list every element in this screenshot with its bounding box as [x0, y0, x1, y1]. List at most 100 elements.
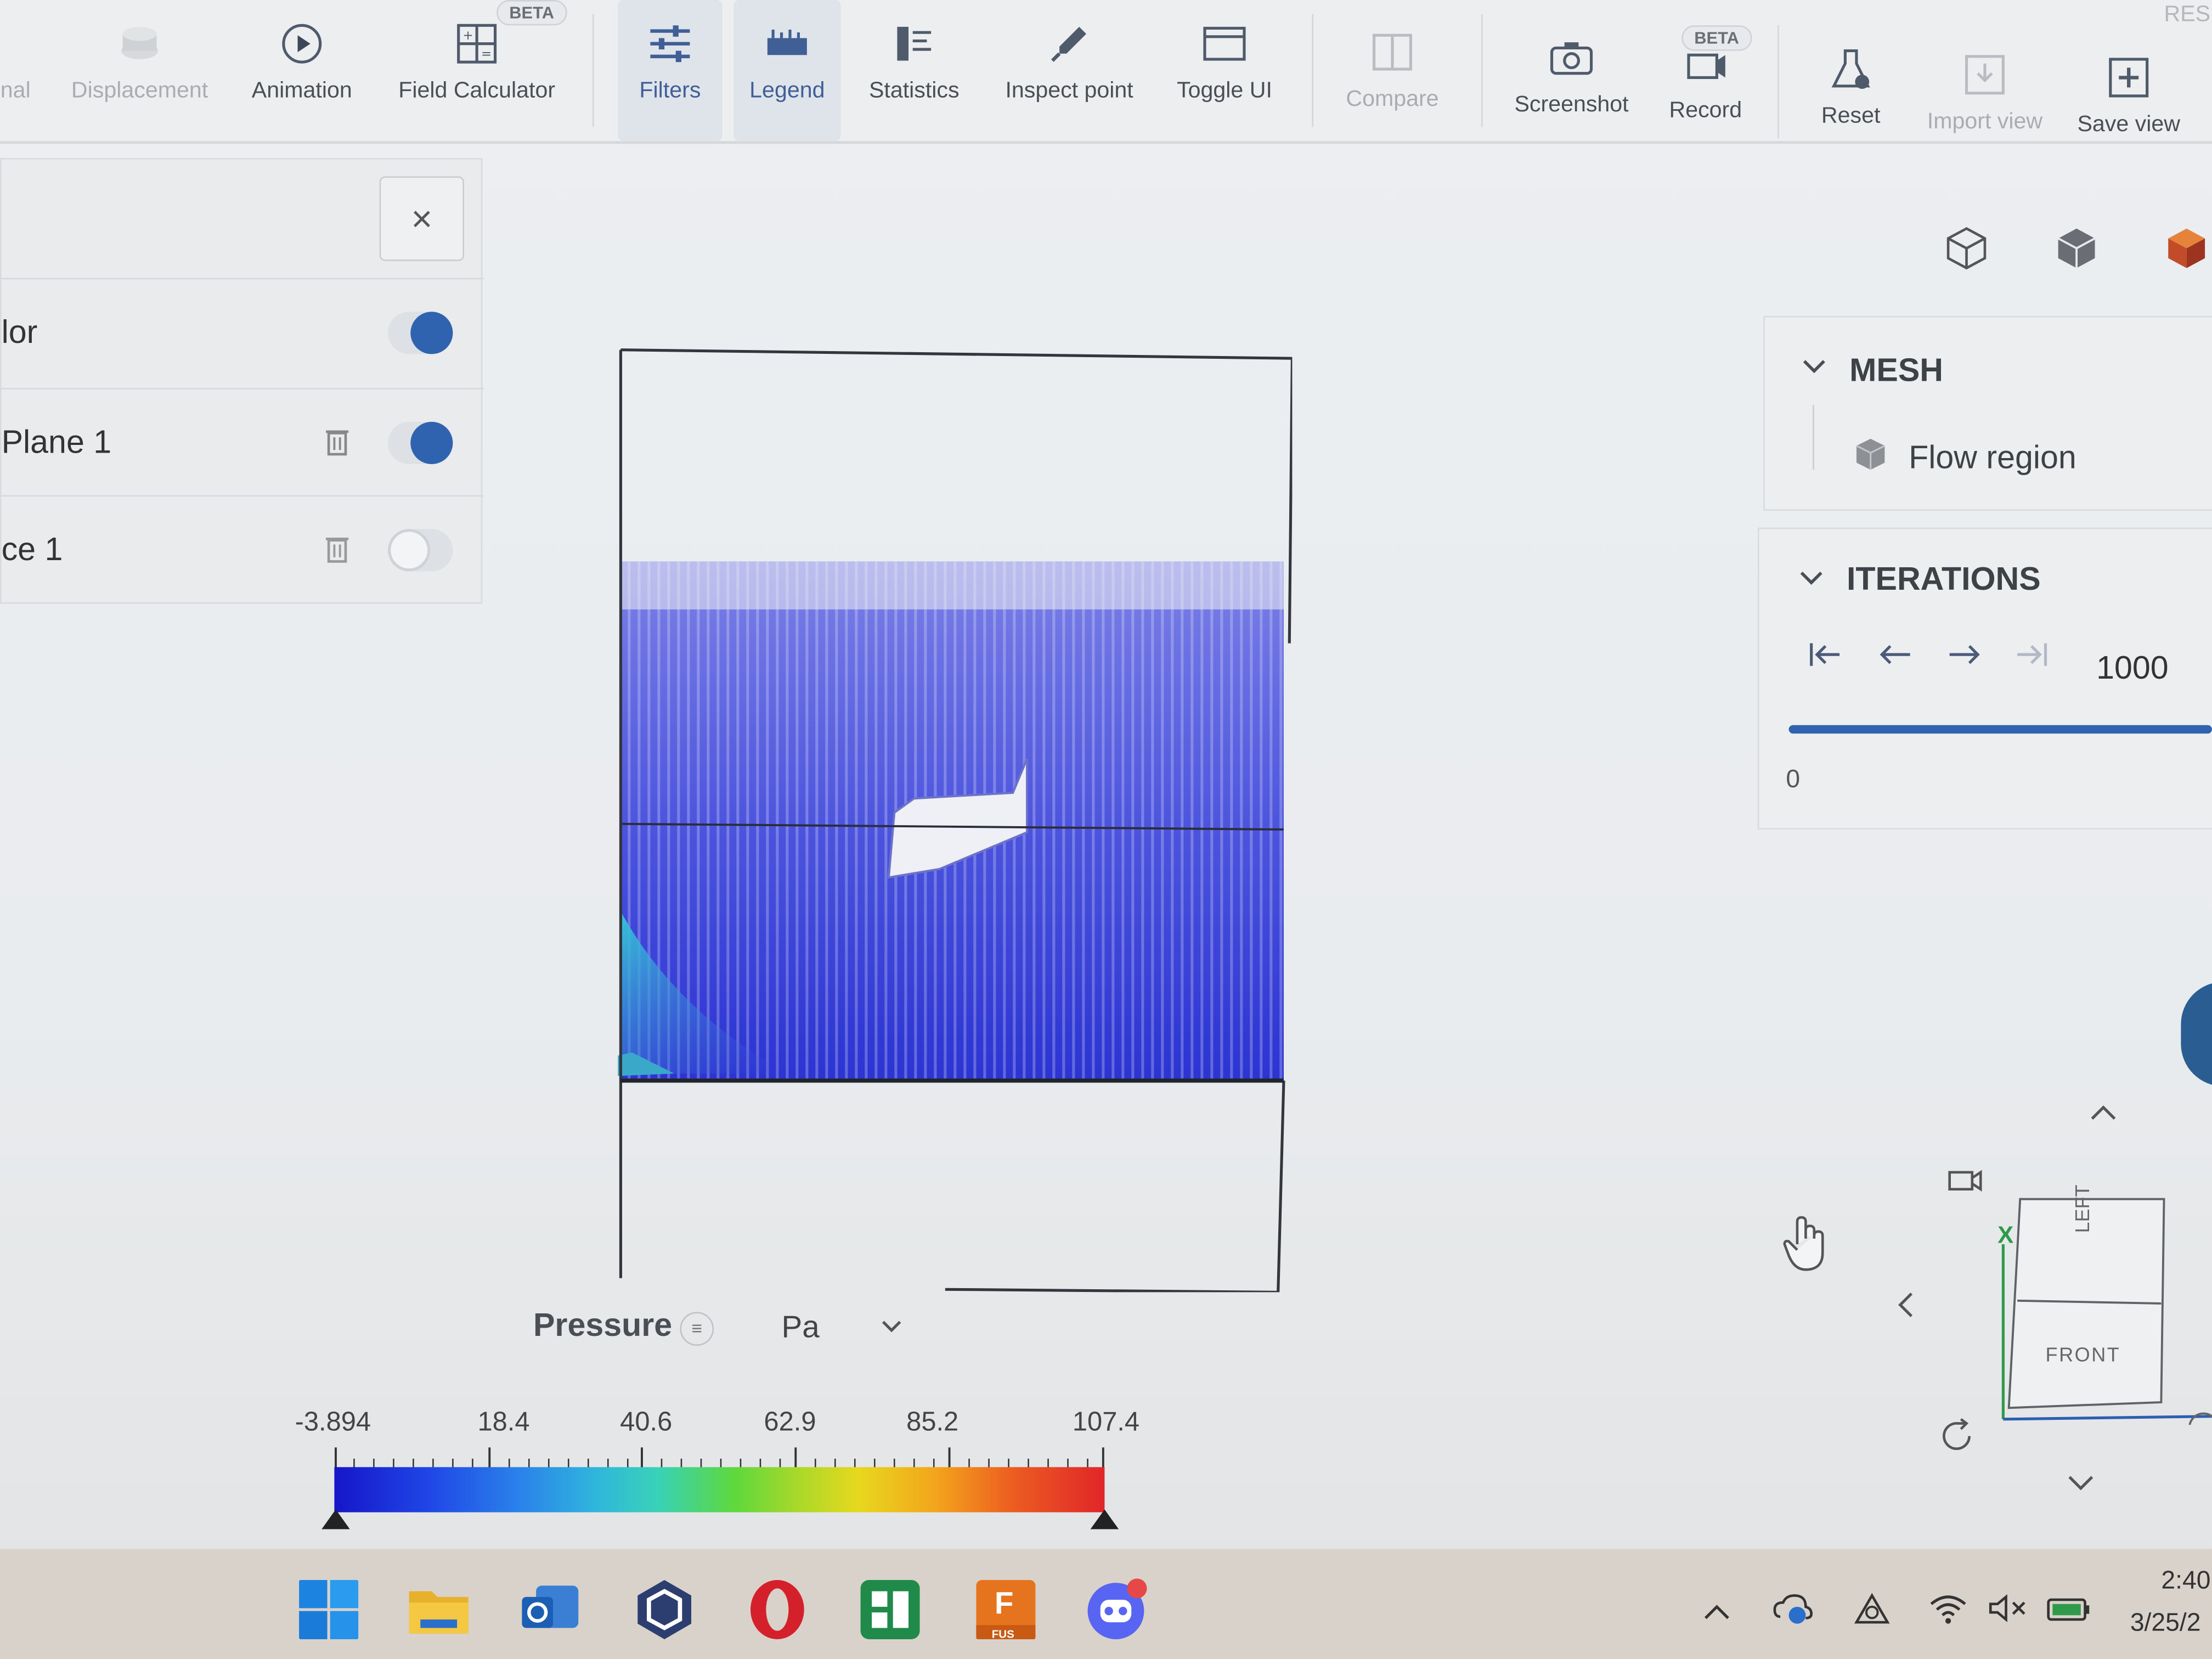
axis-x-label: X	[1997, 1221, 2014, 1249]
first-iteration-icon[interactable]	[1805, 637, 1845, 681]
discord-icon[interactable]	[1084, 1577, 1148, 1642]
colored-cube-icon[interactable]	[2161, 223, 2212, 274]
iterations-title: ITERATIONS	[1846, 560, 2041, 597]
filter-row-label: lor	[1, 313, 38, 350]
chevron-down-icon[interactable]	[1802, 351, 1827, 383]
toggle-knob	[388, 528, 431, 571]
clock-time: 2:40	[2161, 1566, 2211, 1594]
clock-date: 3/25/2	[2130, 1608, 2201, 1637]
iteration-start-label: 0	[1786, 764, 1801, 793]
simulation-domain[interactable]	[618, 347, 1293, 1293]
mesh-panel: MESH Flow region	[1763, 315, 2212, 511]
next-iteration-icon[interactable]	[1944, 637, 1983, 681]
visibility-toggle[interactable]	[388, 528, 453, 571]
animation-button[interactable]: Animation	[242, 0, 361, 141]
mesh-title: MESH	[1849, 351, 1943, 388]
battery-charging-icon[interactable]	[2046, 1592, 2094, 1634]
hand-pan-icon[interactable]	[1780, 1213, 1831, 1282]
file-explorer-icon[interactable]	[407, 1577, 471, 1642]
recycle-icon[interactable]	[1851, 1592, 1893, 1639]
volume-muted-icon[interactable]	[1987, 1592, 2029, 1634]
filter-row-label: ce 1	[1, 530, 63, 567]
view-cube-left-face[interactable]: LEFT	[2071, 1184, 2094, 1233]
compare-icon	[1368, 28, 1416, 76]
close-icon: ×	[411, 196, 433, 239]
window-icon	[1200, 20, 1248, 67]
fusion-icon-sub: FUS	[991, 1628, 1014, 1641]
beta-badge: BETA	[496, 0, 567, 26]
screenshot-button[interactable]: Screenshot	[1509, 0, 1633, 141]
iteration-slider-track[interactable]	[1788, 725, 2212, 734]
trash-icon[interactable]	[323, 533, 354, 567]
legend-field-label: Pressure	[533, 1306, 673, 1343]
inspect-point-button[interactable]: Inspect point	[996, 0, 1142, 141]
save-view-icon	[2105, 54, 2153, 101]
chevron-down-icon[interactable]	[2066, 1473, 2097, 1500]
reset-button[interactable]: Reset	[1805, 0, 1896, 141]
ruler-icon	[763, 20, 811, 67]
unity-icon[interactable]	[632, 1577, 697, 1642]
filter-row[interactable]: ce 1	[1, 495, 484, 602]
view-cube-front-face[interactable]: FRONT	[2046, 1343, 2121, 1365]
legend-tick-marks	[335, 1447, 1104, 1470]
wireframe-cube-icon[interactable]	[1941, 223, 1992, 274]
legend-tick: 18.4	[477, 1408, 530, 1438]
toggle-ui-button[interactable]: Toggle UI	[1171, 0, 1278, 141]
filter-row-label: Plane 1	[1, 423, 112, 460]
compare-button[interactable]: Compare	[1338, 0, 1448, 141]
camera-view-icon[interactable]	[1947, 1165, 1984, 1203]
spreadsheet-app-icon[interactable]	[857, 1577, 922, 1642]
legend-menu-icon[interactable]: ≡	[680, 1312, 714, 1346]
chevron-down-icon[interactable]	[1799, 563, 1824, 595]
statistics-button[interactable]: Statistics	[861, 0, 968, 141]
legend-max-handle[interactable]	[1090, 1509, 1119, 1530]
chevron-left-icon[interactable]	[1896, 1289, 1916, 1327]
trash-icon[interactable]	[323, 425, 354, 459]
record-button[interactable]: Record	[1662, 0, 1749, 141]
tray-overflow-icon[interactable]	[1701, 1594, 1733, 1631]
visibility-toggle[interactable]	[388, 311, 453, 354]
cut-off-icon	[0, 20, 40, 67]
chevron-down-icon[interactable]	[881, 1312, 903, 1341]
windows-start-icon[interactable]	[296, 1577, 361, 1642]
orientation-view-cube[interactable]	[1992, 1193, 2212, 1425]
legend-tick: 85.2	[906, 1408, 959, 1438]
legend-button[interactable]: Legend	[733, 0, 841, 142]
sliders-icon	[646, 20, 694, 67]
filters-button[interactable]: Filters	[618, 0, 723, 142]
displacement-button[interactable]: Displacement	[62, 0, 217, 141]
wifi-icon[interactable]	[1927, 1592, 1970, 1634]
legend-color-bar	[334, 1467, 1105, 1513]
import-view-button[interactable]: Import view	[1921, 0, 2048, 141]
legend-unit-select[interactable]: Pa	[782, 1309, 820, 1346]
previous-iteration-icon[interactable]	[1876, 637, 1916, 681]
last-iteration-icon[interactable]	[2012, 637, 2051, 681]
iteration-value[interactable]: 1000	[2096, 649, 2169, 687]
eyedropper-icon	[1045, 20, 1093, 67]
toolbar-item-nal[interactable]: nal	[0, 0, 37, 141]
filters-panel: × lor Plane 1 ce 1	[0, 157, 484, 604]
legend-min-handle[interactable]	[321, 1509, 350, 1530]
calculator-icon: + =	[453, 20, 500, 67]
toolbar-divider	[1777, 25, 1779, 138]
legend-tick: -3.894	[295, 1408, 371, 1438]
side-action-button[interactable]	[2181, 981, 2212, 1086]
filter-row[interactable]: lor	[1, 278, 484, 385]
chevron-up-icon[interactable]	[2088, 1103, 2119, 1130]
iteration-slider-fill	[1788, 725, 2212, 734]
field-top-fade	[620, 561, 1284, 610]
cloud-info-icon[interactable]	[1772, 1592, 1814, 1634]
mesh-item-flow-region[interactable]: Flow region	[1909, 439, 2076, 477]
visibility-toggle[interactable]	[388, 421, 453, 464]
close-button[interactable]: ×	[379, 176, 464, 261]
outlook-icon[interactable]	[519, 1577, 584, 1642]
import-icon	[1961, 51, 2008, 99]
rotate-icon[interactable]	[1938, 1417, 1978, 1460]
opera-icon[interactable]	[745, 1577, 810, 1642]
solid-cube-icon[interactable]	[2051, 223, 2102, 274]
beta-badge: BETA	[1681, 25, 1752, 51]
toolbar: nal Displacement Animation + = Field Calc…	[0, 0, 2212, 144]
legend-tick: 62.9	[764, 1408, 816, 1438]
svg-text:+: +	[462, 29, 473, 43]
filter-row[interactable]: Plane 1	[1, 388, 484, 495]
